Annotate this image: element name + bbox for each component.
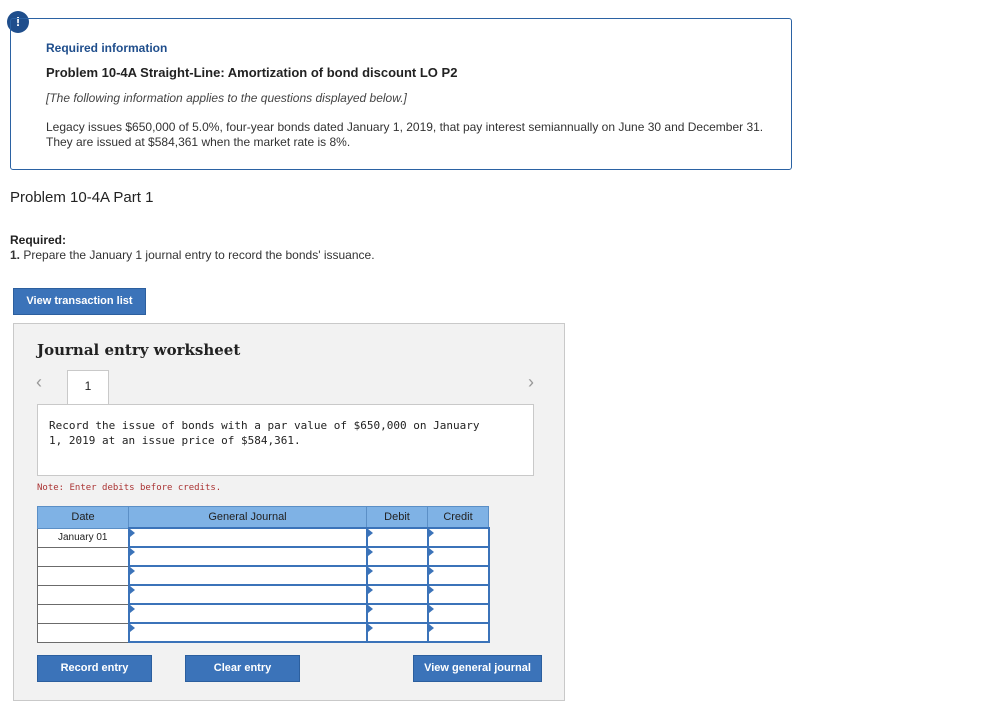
view-general-journal-button[interactable]: View general journal bbox=[413, 655, 542, 682]
dropdown-marker-icon bbox=[129, 586, 135, 594]
debit-input[interactable] bbox=[365, 584, 429, 605]
required-item-text: Prepare the January 1 journal entry to r… bbox=[23, 248, 375, 262]
debit-input[interactable] bbox=[365, 546, 429, 567]
dropdown-marker-icon bbox=[428, 529, 434, 537]
dropdown-marker-icon bbox=[367, 529, 373, 537]
chevron-left-icon[interactable]: ‹ bbox=[36, 372, 42, 393]
required-item: 1. Prepare the January 1 journal entry t… bbox=[10, 248, 375, 262]
header-credit: Credit bbox=[427, 506, 489, 529]
dropdown-marker-icon bbox=[367, 605, 373, 613]
table-row bbox=[37, 584, 490, 605]
clear-entry-button[interactable]: Clear entry bbox=[185, 655, 300, 682]
date-cell bbox=[37, 565, 129, 586]
account-input[interactable] bbox=[127, 603, 368, 624]
credit-input[interactable] bbox=[426, 622, 490, 643]
instruction-box: Record the issue of bonds with a par val… bbox=[37, 404, 534, 476]
dropdown-marker-icon bbox=[367, 548, 373, 556]
date-cell bbox=[37, 603, 129, 624]
dropdown-marker-icon bbox=[367, 567, 373, 575]
table-row bbox=[37, 546, 490, 567]
credit-input[interactable] bbox=[426, 584, 490, 605]
chevron-right-icon[interactable]: › bbox=[528, 372, 534, 393]
credit-input[interactable] bbox=[426, 527, 490, 548]
journal-table: Date General Journal Debit Credit Januar… bbox=[37, 506, 490, 643]
table-row bbox=[37, 622, 490, 643]
worksheet-title: Journal entry worksheet bbox=[37, 341, 241, 359]
account-input[interactable] bbox=[127, 565, 368, 586]
dropdown-marker-icon bbox=[367, 624, 373, 632]
part-title: Problem 10-4A Part 1 bbox=[10, 189, 154, 206]
account-input[interactable] bbox=[127, 527, 368, 548]
debit-input[interactable] bbox=[365, 622, 429, 643]
debit-input[interactable] bbox=[365, 603, 429, 624]
required-item-number: 1. bbox=[10, 248, 21, 262]
note-text: Note: Enter debits before credits. bbox=[37, 483, 222, 493]
debit-input[interactable] bbox=[365, 527, 429, 548]
required-information-heading: Required information bbox=[46, 41, 168, 55]
credit-input[interactable] bbox=[426, 603, 490, 624]
instruction-text: Record the issue of bonds with a par val… bbox=[49, 419, 480, 447]
dropdown-marker-icon bbox=[129, 548, 135, 556]
required-label: Required: bbox=[10, 233, 67, 247]
dropdown-marker-icon bbox=[367, 586, 373, 594]
credit-input[interactable] bbox=[426, 546, 490, 567]
applies-note: [The following information applies to th… bbox=[46, 91, 407, 105]
dropdown-marker-icon bbox=[129, 605, 135, 613]
journal-entry-worksheet: Journal entry worksheet ‹ 1 › Record the… bbox=[13, 323, 565, 701]
dropdown-marker-icon bbox=[129, 567, 135, 575]
required-information-panel: Required information Problem 10-4A Strai… bbox=[10, 18, 792, 170]
record-entry-button[interactable]: Record entry bbox=[37, 655, 152, 682]
table-row: January 01 bbox=[37, 527, 490, 548]
dropdown-marker-icon bbox=[129, 624, 135, 632]
tab-1[interactable]: 1 bbox=[67, 370, 109, 404]
dropdown-marker-icon bbox=[129, 529, 135, 537]
header-general-journal: General Journal bbox=[128, 506, 367, 529]
dropdown-marker-icon bbox=[428, 548, 434, 556]
problem-description: Legacy issues $650,000 of 5.0%, four-yea… bbox=[46, 120, 764, 149]
debit-input[interactable] bbox=[365, 565, 429, 586]
date-cell bbox=[37, 584, 129, 605]
dropdown-marker-icon bbox=[428, 567, 434, 575]
credit-input[interactable] bbox=[426, 565, 490, 586]
account-input[interactable] bbox=[127, 584, 368, 605]
account-input[interactable] bbox=[127, 622, 368, 643]
dropdown-marker-icon bbox=[428, 586, 434, 594]
dropdown-marker-icon bbox=[428, 605, 434, 613]
view-transaction-list-button[interactable]: View transaction list bbox=[13, 288, 146, 315]
problem-title: Problem 10-4A Straight-Line: Amortizatio… bbox=[46, 65, 458, 80]
account-input[interactable] bbox=[127, 546, 368, 567]
dropdown-marker-icon bbox=[428, 624, 434, 632]
table-row bbox=[37, 565, 490, 586]
date-cell: January 01 bbox=[37, 527, 129, 548]
date-cell bbox=[37, 546, 129, 567]
table-row bbox=[37, 603, 490, 624]
date-cell bbox=[37, 622, 129, 643]
header-date: Date bbox=[37, 506, 129, 529]
header-debit: Debit bbox=[366, 506, 428, 529]
